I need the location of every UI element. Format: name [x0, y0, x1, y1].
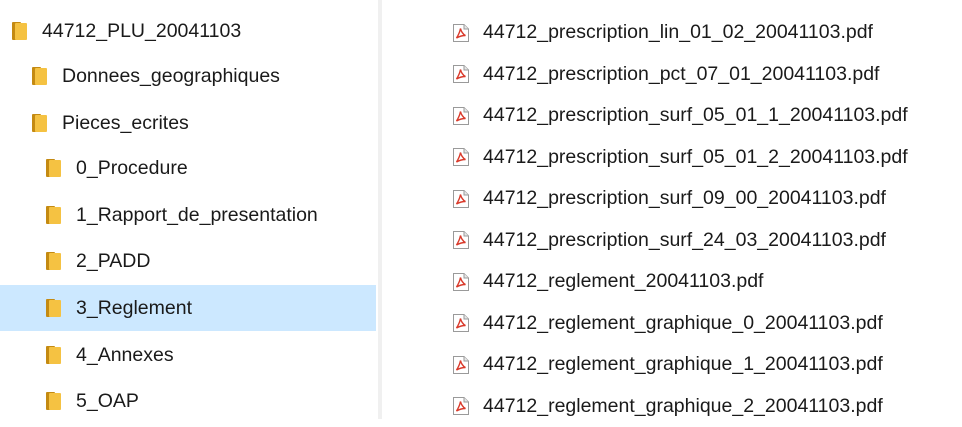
folder-icon — [46, 206, 61, 224]
pdf-icon — [452, 106, 470, 126]
tree-item[interactable]: Pieces_ecrites — [0, 100, 376, 146]
file-name: 44712_reglement_graphique_2_20041103.pdf — [483, 395, 883, 418]
pdf-icon — [452, 272, 470, 292]
pdf-icon — [452, 147, 470, 167]
folder-icon — [46, 252, 61, 270]
tree-item[interactable]: 44712_PLU_20041103 — [0, 8, 376, 54]
folder-icon — [46, 392, 61, 410]
file-name: 44712_prescription_surf_05_01_2_20041103… — [483, 146, 908, 169]
pdf-icon — [452, 355, 470, 375]
file-name: 44712_reglement_20041103.pdf — [483, 270, 763, 293]
tree-item[interactable]: Donnees_geographiques — [0, 53, 376, 99]
folder-icon — [46, 346, 61, 364]
file-list-item[interactable]: 44712_prescription_pct_07_01_20041103.pd… — [452, 54, 962, 96]
folder-icon — [12, 22, 27, 40]
tree-item-label: 4_Annexes — [76, 344, 174, 367]
file-list-item[interactable]: 44712_reglement_graphique_1_20041103.pdf — [452, 344, 962, 386]
tree-item-label: 44712_PLU_20041103 — [42, 20, 241, 43]
file-list-item[interactable]: 44712_reglement_graphique_2_20041103.pdf — [452, 386, 962, 427]
file-list-item[interactable]: 44712_prescription_surf_09_00_20041103.p… — [452, 178, 962, 220]
tree-item[interactable]: 4_Annexes — [0, 332, 376, 378]
file-list-item[interactable]: 44712_prescription_surf_24_03_20041103.p… — [452, 220, 962, 262]
tree-item-label: 2_PADD — [76, 250, 150, 273]
tree-item-label: Donnees_geographiques — [62, 65, 280, 88]
tree-item[interactable]: 3_Reglement — [0, 285, 376, 331]
file-list-item[interactable]: 44712_prescription_lin_01_02_20041103.pd… — [452, 12, 962, 54]
tree-item-label: 3_Reglement — [76, 297, 192, 320]
file-name: 44712_prescription_surf_05_01_1_20041103… — [483, 104, 908, 127]
pdf-icon — [452, 189, 470, 209]
pdf-icon — [452, 230, 470, 250]
tree-item-label: Pieces_ecrites — [62, 112, 189, 135]
folder-icon — [46, 159, 61, 177]
file-list-item[interactable]: 44712_reglement_graphique_0_20041103.pdf — [452, 303, 962, 345]
file-name: 44712_prescription_surf_24_03_20041103.p… — [483, 229, 886, 252]
file-list-pane: 44712_prescription_lin_01_02_20041103.pd… — [452, 12, 962, 427]
tree-item[interactable]: 2_PADD — [0, 238, 376, 284]
tree-item-label: 5_OAP — [76, 390, 139, 413]
pdf-icon — [452, 313, 470, 333]
pdf-icon — [452, 23, 470, 43]
pane-divider[interactable] — [378, 0, 382, 419]
file-name: 44712_reglement_graphique_1_20041103.pdf — [483, 353, 883, 376]
pdf-icon — [452, 64, 470, 84]
file-list-item[interactable]: 44712_prescription_surf_05_01_1_20041103… — [452, 95, 962, 137]
file-name: 44712_reglement_graphique_0_20041103.pdf — [483, 312, 883, 335]
folder-icon — [32, 67, 47, 85]
file-name: 44712_prescription_surf_09_00_20041103.p… — [483, 187, 886, 210]
file-name: 44712_prescription_lin_01_02_20041103.pd… — [483, 21, 873, 44]
folder-tree-pane: 44712_PLU_20041103 Donnees_geographiques P… — [0, 0, 378, 419]
tree-item[interactable]: 0_Procedure — [0, 145, 376, 191]
pdf-icon — [452, 396, 470, 416]
file-name: 44712_prescription_pct_07_01_20041103.pd… — [483, 63, 879, 86]
tree-item[interactable]: 5_OAP — [0, 378, 376, 424]
file-list-item[interactable]: 44712_prescription_surf_05_01_2_20041103… — [452, 137, 962, 179]
tree-item[interactable]: 1_Rapport_de_presentation — [0, 192, 376, 238]
tree-item-label: 1_Rapport_de_presentation — [76, 204, 318, 227]
folder-icon — [46, 299, 61, 317]
file-list-item[interactable]: 44712_reglement_20041103.pdf — [452, 261, 962, 303]
folder-icon — [32, 114, 47, 132]
tree-item-label: 0_Procedure — [76, 157, 188, 180]
